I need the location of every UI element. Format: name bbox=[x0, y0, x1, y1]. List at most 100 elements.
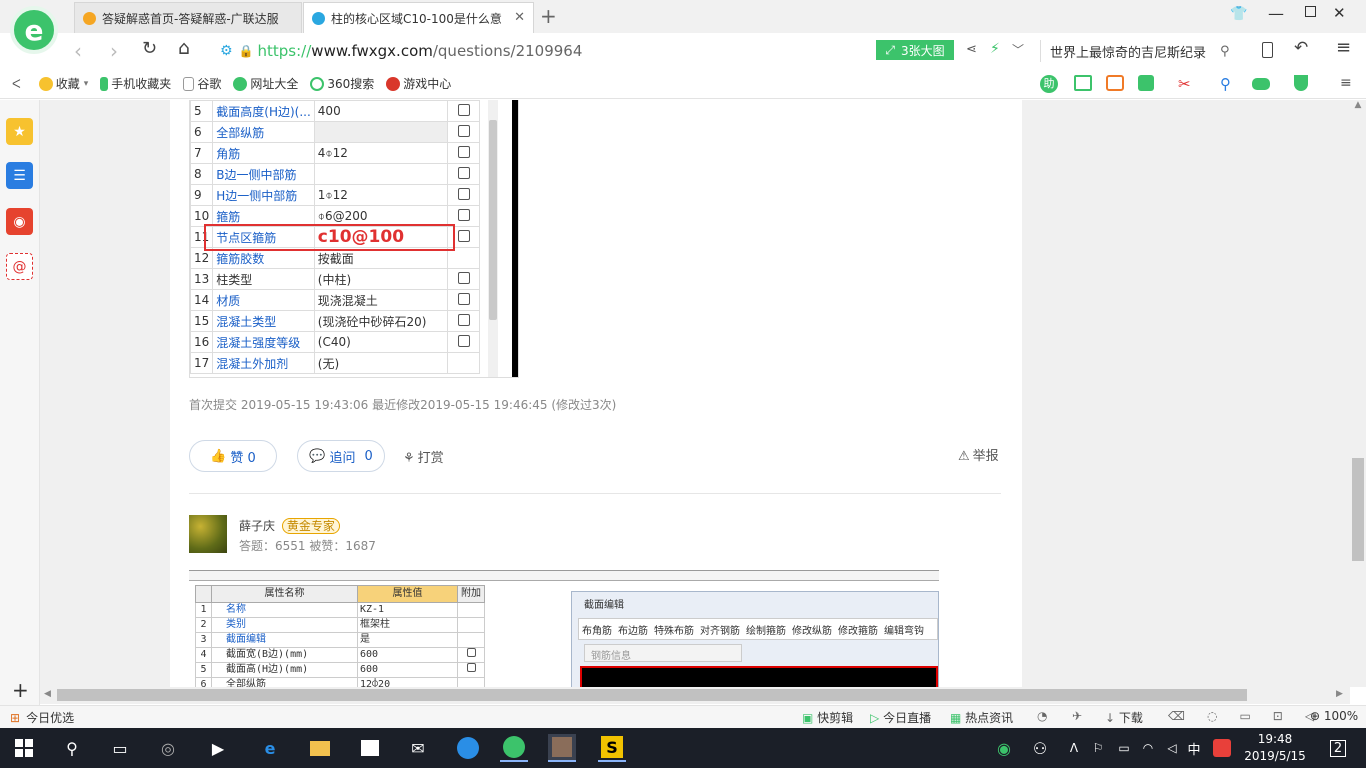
horizontal-scrollbar[interactable]: ◀ ▶ bbox=[40, 687, 1350, 704]
scroll-thumb[interactable] bbox=[1352, 458, 1364, 561]
close-window-icon[interactable]: ✕ bbox=[1333, 4, 1346, 22]
zoom-control[interactable]: ⊕ 100% bbox=[1310, 709, 1358, 723]
extra-checkbox[interactable] bbox=[466, 648, 476, 657]
collapse-icon[interactable]: ᐸ bbox=[12, 77, 21, 91]
s-app-icon[interactable]: S bbox=[598, 734, 626, 762]
bookmark-mobile[interactable]: 手机收藏夹 bbox=[100, 75, 171, 92]
extra-checkbox[interactable] bbox=[457, 187, 470, 200]
extra-checkbox[interactable] bbox=[457, 208, 470, 221]
tray-green-icon[interactable]: ◉ bbox=[990, 734, 1018, 762]
sogou-icon[interactable] bbox=[454, 734, 482, 762]
helper-icon[interactable]: 助 bbox=[1040, 75, 1058, 93]
more-icon[interactable]: ≡ bbox=[1340, 75, 1352, 91]
status-item-live[interactable]: ▷ 今日直播 bbox=[870, 709, 931, 726]
address-bar[interactable]: ⚙ 🔒 https:// www.fwxgx.com /questions/21… bbox=[220, 38, 870, 64]
close-tab-icon[interactable]: ✕ bbox=[514, 10, 525, 25]
section-tool-button[interactable]: 编辑弯钩 bbox=[881, 622, 927, 637]
new-tab-button[interactable]: + bbox=[540, 4, 557, 28]
paint-app-icon[interactable] bbox=[548, 734, 576, 762]
avatar[interactable] bbox=[189, 515, 227, 553]
speed-icon[interactable]: ◔ bbox=[1037, 709, 1047, 723]
task-view-icon[interactable]: ▭ bbox=[106, 734, 134, 762]
status-item-download[interactable]: ↓ 下载 bbox=[1105, 709, 1143, 726]
people-icon[interactable]: ⚇ bbox=[1026, 734, 1054, 762]
add-sidebar-icon[interactable]: + bbox=[12, 678, 29, 702]
search-icon[interactable]: ⚲ bbox=[1220, 44, 1230, 59]
section-tool-button[interactable]: 布边筋 bbox=[615, 622, 651, 637]
back-icon[interactable]: ‹ bbox=[74, 39, 82, 63]
shield-icon[interactable] bbox=[1294, 75, 1308, 91]
share-icon[interactable]: ⋖ bbox=[966, 42, 977, 57]
app-swirl-icon[interactable]: ◎ bbox=[154, 734, 182, 762]
extra-checkbox[interactable] bbox=[466, 663, 476, 672]
home-icon[interactable]: ⌂ bbox=[178, 37, 190, 59]
maximize-icon[interactable] bbox=[1305, 6, 1316, 17]
tv-icon[interactable] bbox=[1106, 75, 1124, 91]
lightning-icon[interactable]: ⚡ bbox=[990, 41, 1000, 57]
bookmark-favorites[interactable]: 收藏 ▾ bbox=[38, 75, 88, 92]
windows-start-icon[interactable] bbox=[10, 734, 38, 762]
file-explorer-icon[interactable] bbox=[306, 734, 334, 762]
section-tool-button[interactable]: 修改箍筋 bbox=[835, 622, 881, 637]
weibo-icon[interactable]: ◉ bbox=[6, 208, 33, 235]
refresh-icon[interactable]: ↻ bbox=[142, 38, 157, 59]
followup-button[interactable]: 💬 追问 0 bbox=[297, 440, 385, 472]
status-item-clip[interactable]: ▣ 快剪辑 bbox=[802, 709, 853, 726]
extra-checkbox[interactable] bbox=[457, 229, 470, 242]
extra-checkbox[interactable] bbox=[457, 313, 470, 326]
news-icon[interactable]: ☰ bbox=[6, 162, 33, 189]
menu-icon[interactable]: ≡ bbox=[1336, 37, 1351, 58]
bilibili-icon[interactable]: ▶ bbox=[204, 734, 232, 762]
sogou-ime-icon[interactable] bbox=[1208, 734, 1236, 762]
section-tool-button[interactable]: 特殊布筋 bbox=[651, 622, 697, 637]
extra-checkbox[interactable] bbox=[457, 166, 470, 179]
extra-checkbox[interactable] bbox=[457, 103, 470, 116]
extra-checkbox[interactable] bbox=[457, 292, 470, 305]
phone-icon[interactable] bbox=[1262, 42, 1273, 58]
search-icon[interactable]: ⚲ bbox=[58, 734, 86, 762]
big-image-button[interactable]: ⤢ 3张大图 bbox=[876, 40, 954, 60]
scroll-right-icon[interactable]: ▶ bbox=[1336, 689, 1343, 699]
like-button[interactable]: 👍 赞 0 bbox=[189, 440, 277, 472]
tray-apps-icon[interactable]: ⚐ bbox=[1084, 734, 1112, 762]
bookmark-360search[interactable]: 360搜索 bbox=[310, 75, 374, 92]
status-item-news[interactable]: ▦ 热点资讯 bbox=[950, 709, 1013, 726]
undo-icon[interactable]: ↶ bbox=[1294, 38, 1308, 58]
accelerate-icon[interactable]: ✈ bbox=[1072, 709, 1082, 723]
extra-checkbox[interactable] bbox=[457, 145, 470, 158]
search-box[interactable]: 世界上最惊奇的吉尼斯纪录 ⚲ bbox=[1040, 40, 1236, 62]
scroll-left-icon[interactable]: ◀ bbox=[44, 689, 51, 699]
section-tool-button[interactable]: 布角筋 bbox=[579, 622, 615, 637]
store-icon[interactable] bbox=[356, 734, 384, 762]
bookmark-games[interactable]: 游戏中心 bbox=[386, 75, 451, 92]
skin-icon[interactable]: 👕 bbox=[1230, 6, 1247, 22]
browser-logo[interactable]: e bbox=[10, 6, 58, 54]
magnifier-icon[interactable]: ⚲ bbox=[1220, 75, 1231, 93]
extra-checkbox[interactable] bbox=[457, 271, 470, 284]
scissors-icon[interactable]: ✂ bbox=[1178, 75, 1191, 93]
answerer-name[interactable]: 薛子庆 黄金专家 bbox=[239, 517, 340, 534]
chevron-down-icon[interactable]: ﹀ bbox=[1012, 41, 1024, 58]
section-tool-button[interactable]: 修改纵筋 bbox=[789, 622, 835, 637]
tab-qa-home[interactable]: 答疑解惑首页-答疑解惑-广联达服 bbox=[74, 2, 302, 33]
section-tool-button[interactable]: 对齐钢筋 bbox=[697, 622, 743, 637]
email-icon[interactable]: @ bbox=[6, 253, 33, 280]
ime-indicator[interactable]: 中 bbox=[1180, 734, 1208, 762]
bookmark-sites[interactable]: 网址大全 bbox=[233, 75, 298, 92]
favorites-star-icon[interactable]: ★ bbox=[6, 118, 33, 145]
minimize-icon[interactable]: — bbox=[1268, 4, 1284, 23]
tools-icon[interactable] bbox=[1138, 75, 1154, 91]
360-browser-taskbar-icon[interactable] bbox=[500, 734, 528, 762]
gamepad-icon[interactable] bbox=[1252, 78, 1270, 90]
extra-checkbox[interactable] bbox=[457, 124, 470, 137]
mail-icon[interactable]: ✉ bbox=[404, 734, 432, 762]
today-picks[interactable]: ⊞ 今日优选 bbox=[10, 709, 74, 726]
notification-icon[interactable]: 2 bbox=[1324, 734, 1352, 762]
tab-current[interactable]: 柱的核心区域C10-100是什么意 ✕ bbox=[303, 2, 534, 33]
clock[interactable]: 19:48 2019/5/15 bbox=[1244, 731, 1306, 765]
forward-icon[interactable]: › bbox=[110, 39, 118, 63]
extra-checkbox[interactable] bbox=[457, 334, 470, 347]
edge-icon[interactable]: e bbox=[256, 734, 284, 762]
section-tool-button[interactable]: 绘制箍筋 bbox=[743, 622, 789, 637]
report-button[interactable]: ⚠ 举报 bbox=[958, 445, 999, 464]
